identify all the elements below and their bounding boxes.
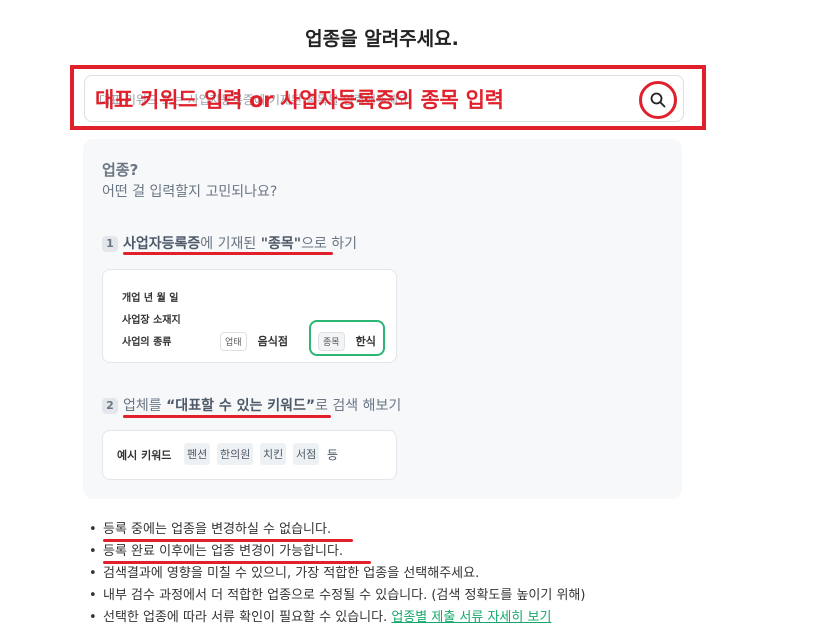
cert-label: 사업장 소재지 [122,315,181,326]
step-number: 2 [102,398,118,414]
notes-list: 등록 중에는 업종을 변경하실 수 없습니다. 등록 완료 이후에는 업종 변경… [89,519,585,629]
item-highlight: 종목 한식 [309,320,385,356]
search-icon [650,92,666,108]
guide-subtitle: 어떤 걸 입력할지 고민되나요? [102,184,278,200]
guide-title: 업종? [102,161,139,179]
step-2: 2 업체를 “대표할 수 있는 키워드”로 검색 해보기 [102,395,401,415]
business-cert-sample: 개업 년 월 일 사업장 소재지 사업의 종류 업태 음식점 종목 한식 [102,269,397,363]
note-item: 선택한 업종에 따라 서류 확인이 필요할 수 있습니다. 업종별 제출 서류 … [89,607,585,629]
note-item: 내부 검수 과정에서 더 적합한 업종으로 수정될 수 있습니다. (검색 정확… [89,585,585,607]
search-input[interactable]: 대표 키워드 또는 사업자등록증에 기재된 종목을 입력해주세요. 대표 키워드… [84,75,684,122]
cert-label: 개업 년 월 일 [122,293,179,304]
note-item: 등록 완료 이후에는 업종 변경이 가능합니다. [89,541,585,563]
annotation-underline [123,415,331,418]
documents-detail-link[interactable]: 업종별 제출 서류 자세히 보기 [391,610,551,625]
keyword-etc: 등 [327,448,339,462]
keyword-label: 예시 키워드 [117,449,172,462]
step-number: 1 [102,236,118,252]
page-title: 업종을 알려주세요. [305,28,459,50]
keyword-chip: 펜션 [184,443,211,465]
note-item: 검색결과에 영향을 미칠 수 있으니, 가장 적합한 업종을 선택해주세요. [89,563,585,585]
keyword-sample: 예시 키워드 펜션 한의원 치킨 서점 등 [102,430,397,480]
annotation-underline [103,561,371,564]
item-value: 한식 [355,335,376,348]
step-1: 1 사업자등록증에 기재된 "종목"으로 하기 [102,233,357,253]
annotation-underline [103,539,353,542]
item-tag: 종목 [318,332,345,351]
keyword-chip: 치킨 [260,443,287,465]
search-annotation-text: 대표 키워드 입력 or 사업자등록증의 종목 입력 [95,88,504,112]
annotation-underline [123,252,333,255]
step-1-keyword: 사업자등록증 [123,236,201,252]
search-button[interactable] [639,81,677,119]
type-tag: 업태 [220,332,247,351]
keyword-chip: 서점 [293,443,320,465]
note-item: 등록 중에는 업종을 변경하실 수 없습니다. [89,519,585,541]
type-value: 음식점 [257,335,289,348]
cert-label: 사업의 종류 [122,337,172,348]
keyword-chip: 한의원 [217,443,254,465]
step-2-keyword: 업체 [123,398,149,414]
annotation-frame: 대표 키워드 또는 사업자등록증에 기재된 종목을 입력해주세요. 대표 키워드… [70,65,706,130]
guide-card: 업종? 어떤 걸 입력할지 고민되나요? 1 사업자등록증에 기재된 "종목"으로… [83,139,682,499]
